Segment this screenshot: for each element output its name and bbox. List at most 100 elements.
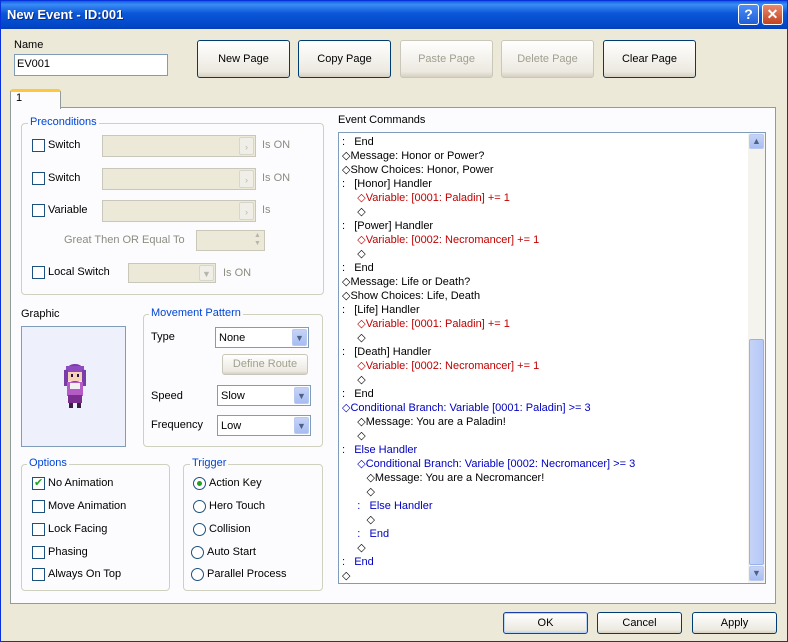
command-line[interactable]: ◇Conditional Branch: Variable [0001: Pal… (342, 401, 591, 415)
collision-radio[interactable] (193, 523, 206, 536)
type-select[interactable]: None ▼ (215, 327, 309, 348)
command-line[interactable]: ◇ (342, 331, 365, 345)
local-switch-checkbox[interactable] (32, 266, 45, 279)
tab-page-1[interactable]: 1 (10, 89, 61, 109)
vertical-scrollbar[interactable]: ▲ ▼ (748, 133, 765, 583)
graphic-preview[interactable] (21, 326, 126, 447)
clear-page-button[interactable]: Clear Page (603, 40, 696, 78)
options-title: Options (27, 457, 69, 469)
tab-label: 1 (16, 92, 23, 104)
command-line[interactable]: ◇Variable: [0001: Paladin] += 1 (342, 317, 510, 331)
clear-page-label: Clear Page (621, 53, 678, 65)
always-on-top-label: Always On Top (48, 568, 122, 580)
command-line[interactable]: ◇Message: You are a Necromancer! (342, 471, 544, 485)
paste-page-button[interactable]: Paste Page (400, 40, 493, 78)
command-line[interactable]: ◇ (342, 247, 365, 261)
delete-page-label: Delete Page (517, 53, 578, 65)
no-animation-label: No Animation (48, 477, 114, 489)
scroll-up-icon[interactable]: ▲ (749, 134, 764, 149)
cancel-button[interactable]: Cancel (597, 612, 682, 634)
command-line[interactable]: ◇Variable: [0002: Necromancer] += 1 (342, 233, 539, 247)
command-line[interactable]: ◇ (342, 541, 365, 555)
frequency-select[interactable]: Low ▼ (217, 415, 311, 436)
ok-button[interactable]: OK (503, 612, 588, 634)
always-on-top-checkbox[interactable] (32, 568, 45, 581)
scroll-thumb[interactable] (749, 339, 764, 565)
scroll-down-icon[interactable]: ▼ (749, 566, 764, 581)
close-button[interactable]: ✕ (762, 4, 783, 25)
define-route-button[interactable]: Define Route (222, 354, 308, 375)
variable-checkbox[interactable] (32, 204, 45, 217)
phasing-checkbox[interactable] (32, 546, 45, 559)
local-switch-select[interactable]: ▼ (128, 263, 216, 283)
name-value: EV001 (17, 58, 51, 70)
parallel-process-radio[interactable] (191, 568, 204, 581)
switch1-checkbox[interactable] (32, 139, 45, 152)
command-line[interactable]: : End (342, 555, 374, 569)
command-line[interactable]: : Else Handler (342, 443, 417, 457)
switch2-select[interactable]: › (102, 168, 256, 190)
speed-value: Slow (221, 390, 245, 402)
command-line[interactable]: : [Honor] Handler (342, 177, 432, 191)
phasing-label: Phasing (48, 546, 88, 558)
window-title: New Event - ID:001 (7, 7, 124, 22)
command-line[interactable]: : End (342, 261, 374, 275)
new-page-label: New Page (218, 53, 269, 65)
name-input[interactable]: EV001 (14, 54, 168, 76)
command-line[interactable]: ◇ (342, 205, 365, 219)
command-line[interactable]: : [Death] Handler (342, 345, 431, 359)
command-line[interactable]: ◇Show Choices: Honor, Power (342, 163, 494, 177)
lock-facing-checkbox[interactable] (32, 523, 45, 536)
command-line[interactable]: ◇Variable: [0001: Paladin] += 1 (342, 191, 510, 205)
chevron-down-icon: ▼ (294, 417, 309, 434)
hero-touch-radio[interactable] (193, 500, 206, 513)
command-line[interactable]: ◇Message: Honor or Power? (342, 149, 484, 163)
command-line[interactable]: : [Life] Handler (342, 303, 420, 317)
command-line[interactable]: ◇ (342, 485, 374, 499)
command-line[interactable]: ◇Conditional Branch: Variable [0002: Nec… (342, 457, 635, 471)
command-line[interactable]: ◇ (342, 513, 374, 527)
hero-touch-label: Hero Touch (209, 500, 266, 512)
command-line[interactable]: ◇ (342, 569, 350, 583)
paste-page-label: Paste Page (418, 53, 475, 65)
auto-start-label: Auto Start (207, 546, 256, 558)
no-animation-checkbox[interactable] (32, 476, 45, 490)
switch2-label: Switch (48, 172, 81, 184)
speed-select[interactable]: Slow ▼ (217, 385, 311, 406)
command-line[interactable]: ◇Show Choices: Life, Death (342, 289, 480, 303)
command-line[interactable]: : End (342, 135, 374, 149)
move-animation-checkbox[interactable] (32, 500, 45, 513)
chevron-right-icon: › (239, 170, 254, 188)
auto-start-radio[interactable] (191, 546, 204, 559)
frequency-value: Low (221, 420, 242, 432)
command-line[interactable]: ◇ (342, 429, 365, 443)
command-line[interactable]: ◇ (342, 373, 365, 387)
command-line[interactable]: : End (342, 527, 389, 541)
trigger-title: Trigger (190, 457, 229, 469)
event-commands-list[interactable]: : End ◇Message: Honor or Power? ◇Show Choi… (338, 132, 766, 584)
character-sprite-icon (64, 364, 86, 408)
command-line[interactable]: : [Power] Handler (342, 219, 433, 233)
command-line[interactable]: ◇Variable: [0002: Necromancer] += 1 (342, 359, 539, 373)
action-key-label: Action Key (209, 477, 262, 489)
delete-page-button[interactable]: Delete Page (501, 40, 594, 78)
copy-page-button[interactable]: Copy Page (298, 40, 391, 78)
action-key-radio[interactable] (193, 477, 206, 490)
close-icon: ✕ (766, 6, 779, 22)
command-line[interactable]: : End (342, 387, 374, 401)
help-icon: ? (744, 6, 753, 22)
switch2-checkbox[interactable] (32, 172, 45, 185)
apply-button[interactable]: Apply (692, 612, 777, 634)
command-line[interactable]: ◇Message: You are a Paladin! (342, 415, 506, 429)
command-line[interactable]: ◇Message: Life or Death? (342, 275, 470, 289)
switch1-select[interactable]: › (102, 135, 256, 157)
chevron-down-icon: ▼ (292, 329, 307, 346)
help-button[interactable]: ? (738, 4, 759, 25)
collision-label: Collision (209, 523, 251, 535)
move-animation-label: Move Animation (48, 500, 127, 512)
new-page-button[interactable]: New Page (197, 40, 290, 78)
title-bar[interactable]: New Event - ID:001 ? ✕ (1, 1, 787, 29)
command-line[interactable]: : Else Handler (342, 499, 432, 513)
great-then-stepper[interactable]: ▲ ▼ (196, 230, 265, 251)
variable-select[interactable]: › (102, 200, 256, 222)
